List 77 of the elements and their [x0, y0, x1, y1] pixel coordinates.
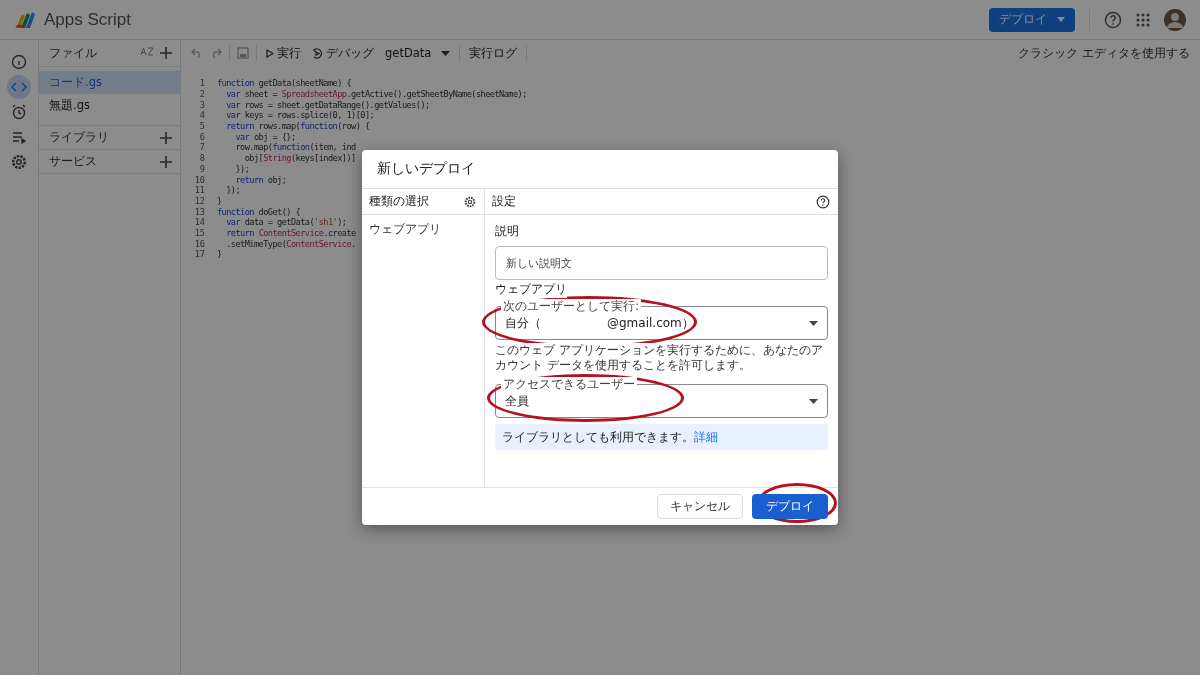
- line-number: 13: [193, 206, 205, 217]
- line-number: 1: [198, 78, 205, 89]
- info-text: ライブラリとしても利用できます。: [502, 428, 694, 446]
- undo-icon[interactable]: [191, 48, 203, 58]
- code-line: var sheet = SpreadsheetApp.getActive().getSheetByName(sheetName);: [225, 89, 527, 100]
- add-icon[interactable]: [160, 131, 172, 144]
- caret-icon: [441, 50, 451, 56]
- line-number: 9: [198, 163, 205, 174]
- section-label: ウェブアプリ: [495, 281, 567, 298]
- logo-icon: [14, 9, 38, 30]
- code-line: function getData(sheetName) {: [217, 78, 352, 89]
- line-number: 14: [193, 217, 205, 228]
- line-number: 17: [193, 249, 205, 260]
- line-number: 8: [198, 153, 205, 164]
- code-line: return ContentService.create: [225, 227, 356, 238]
- sort-icon[interactable]: [140, 47, 154, 59]
- caret-icon: [1057, 17, 1065, 22]
- code-line: var rows = sheet.getDataRange().getValues();: [225, 99, 430, 110]
- code-line: .setMimeType(ContentService.: [225, 238, 356, 249]
- line-number: 2: [198, 89, 205, 100]
- section-heading: サービス: [49, 154, 97, 169]
- line-number: 10: [193, 174, 205, 185]
- code-line: row.map(function(item, ind: [234, 142, 356, 153]
- line-number: 4: [198, 110, 205, 121]
- log-button[interactable]: 実行ログ: [467, 45, 520, 61]
- run-button[interactable]: 実行: [264, 45, 303, 61]
- help-icon[interactable]: [816, 194, 830, 209]
- classic-editor-link[interactable]: クラシック エディタを使用する: [1018, 45, 1190, 61]
- line-number: 15: [193, 227, 205, 238]
- code-line: }: [217, 249, 222, 260]
- code-line: function doGet() {: [217, 206, 301, 217]
- code-line: var keys = rows.splice(0, 1)[0];: [225, 110, 375, 121]
- debug-icon: [312, 47, 323, 59]
- file-item[interactable]: コード.gs: [39, 71, 180, 94]
- line-number: 3: [198, 99, 205, 110]
- caret-icon: [809, 398, 818, 404]
- dialog-title: 新しいデプロイ: [362, 150, 838, 189]
- caret-icon: [809, 320, 818, 326]
- line-number: 16: [193, 238, 205, 249]
- files-heading: ファイル: [49, 45, 97, 61]
- code-icon[interactable]: [7, 75, 31, 99]
- line-number: 12: [193, 195, 205, 206]
- line-number: 7: [198, 142, 205, 153]
- line-number: 6: [198, 131, 205, 142]
- execute-as-select[interactable]: 次のユーザーとして実行: 自分（ @gmail.com）: [495, 299, 828, 340]
- deploy-button[interactable]: デプロイ: [989, 7, 1075, 32]
- details-link[interactable]: 詳細: [694, 428, 718, 446]
- file-item[interactable]: 無題.gs: [39, 94, 180, 117]
- play-icon: [266, 48, 274, 58]
- function-dropdown[interactable]: getData: [383, 46, 453, 60]
- app-title: Apps Script: [44, 9, 131, 30]
- redo-icon[interactable]: [210, 48, 222, 58]
- add-icon[interactable]: [160, 47, 172, 59]
- add-icon[interactable]: [160, 155, 172, 168]
- apps-grid-icon[interactable]: [1136, 12, 1150, 27]
- code-line: return obj;: [234, 174, 287, 185]
- avatar-icon[interactable]: [1164, 8, 1186, 31]
- description-field[interactable]: 新しい説明文: [495, 246, 828, 280]
- settings-heading: 設定: [492, 193, 516, 210]
- code-line: var obj = {};: [234, 131, 296, 142]
- code-line: });: [234, 163, 250, 174]
- cancel-button[interactable]: キャンセル: [657, 494, 743, 519]
- deploy-button[interactable]: デプロイ: [752, 494, 828, 519]
- save-icon[interactable]: [237, 47, 249, 59]
- code-line: obj[String(keys[index])]: [243, 153, 356, 164]
- code-line: });: [225, 185, 241, 196]
- section-heading: ライブラリ: [49, 130, 109, 145]
- code-line: return rows.map(function(row) {: [225, 121, 370, 132]
- line-number: 5: [198, 121, 205, 132]
- settings-icon[interactable]: [464, 195, 476, 208]
- code-line: var data = getData('sh1');: [225, 217, 347, 228]
- description-label: 説明: [495, 223, 520, 240]
- type-heading: 種類の選択: [369, 193, 429, 210]
- debug-button[interactable]: デバッグ: [310, 45, 376, 61]
- access-select[interactable]: アクセスできるユーザー 全員: [495, 377, 828, 418]
- line-number: 11: [193, 185, 205, 196]
- code-line: }: [217, 195, 222, 206]
